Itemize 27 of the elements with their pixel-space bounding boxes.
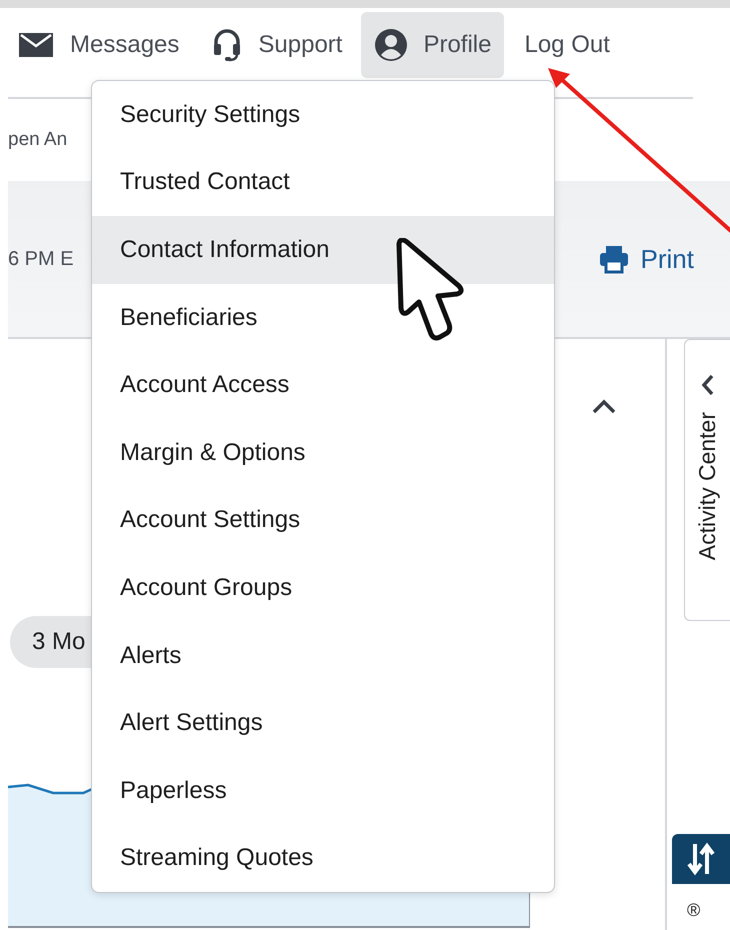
nav-button[interactable]: Messages [4,12,192,78]
activity-center-tab[interactable]: Activity Center [684,339,730,621]
timestamp-text: 6 PM E [8,248,74,270]
user-icon [375,29,408,61]
headset-icon [212,28,242,62]
menu-item[interactable]: Alert Settings [92,689,554,757]
collapse-icon[interactable] [591,399,617,415]
menu-item[interactable]: Security Settings [92,81,554,149]
menu-item[interactable]: Paperless [92,756,554,825]
print-button[interactable]: Print [598,244,694,274]
chevron-left-icon [700,374,714,396]
nav-button[interactable]: Profile [361,12,504,78]
menu-item[interactable]: Streaming Quotes [92,824,554,892]
open-account-link[interactable]: pen An [8,129,68,151]
sort-arrows-icon [686,842,716,876]
sort-button[interactable] [672,834,730,884]
print-icon [598,244,629,274]
menu-item[interactable]: Account Access [92,351,554,419]
logout-link[interactable]: Log Out [510,12,623,78]
mail-icon [18,31,54,59]
nav-button[interactable]: Support [198,12,356,78]
registered-mark: ® [687,900,700,921]
menu-item[interactable]: Trusted Contact [92,148,554,216]
menu-item[interactable]: Beneficiaries [92,284,554,352]
menu-item[interactable]: Contact Information [92,216,554,284]
menu-item[interactable]: Account Settings [92,486,554,554]
menu-item[interactable]: Margin & Options [92,418,554,487]
